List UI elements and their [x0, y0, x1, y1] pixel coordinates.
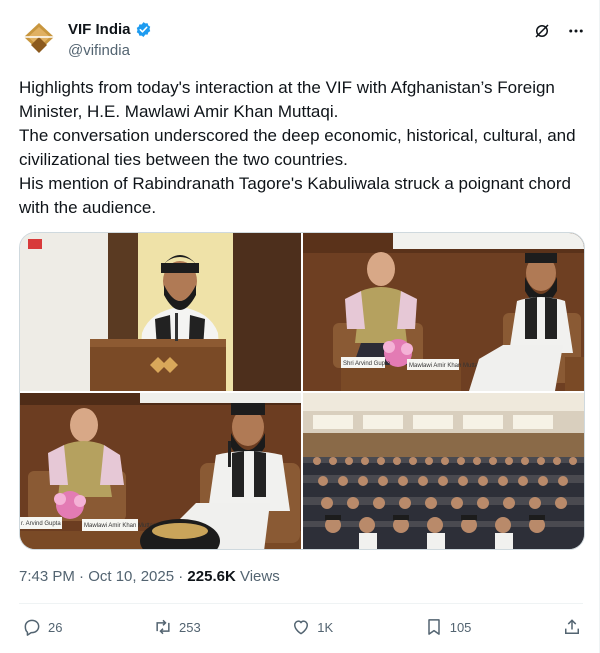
vif-logo-icon[interactable]	[19, 19, 59, 59]
divider	[19, 603, 583, 604]
photo-seated-closeup[interactable]: r. Arvind Gupta Mawlawi Amir Khan Muttaq…	[20, 393, 301, 549]
heart-icon	[291, 617, 311, 637]
reply-icon	[22, 617, 42, 637]
tweet-line-3: His mention of Rabindranath Tagore's Kab…	[19, 174, 571, 217]
photo3-label-right: Mawlawi Amir Khan Muttaqi	[84, 523, 158, 529]
photo-speaker-podium[interactable]	[20, 233, 301, 391]
like-count: 1K	[317, 619, 334, 635]
share-button[interactable]	[562, 617, 582, 637]
photo3-label-left: r. Arvind Gupta	[21, 521, 61, 527]
photo2-label-left: Shri Arvind Gupta	[343, 361, 391, 367]
share-icon	[562, 617, 582, 637]
bookmark-count: 105	[449, 619, 472, 635]
repost-button[interactable]: 253	[153, 617, 201, 637]
bookmark-button[interactable]: 105	[424, 617, 472, 637]
photo-seated-conversation[interactable]: Shri Arvind Gupta Mawlawi Amir Khan Mutt…	[303, 233, 584, 391]
grok-icon[interactable]	[533, 22, 551, 40]
views-count: 225.6K	[187, 568, 236, 585]
views-label: Views	[235, 568, 280, 585]
media-grid: Shri Arvind Gupta Mawlawi Amir Khan Mutt…	[19, 232, 585, 550]
tweet-meta: 7:43 PM · Oct 10, 2025 · 225.6K Views	[19, 568, 280, 585]
timestamp[interactable]: 7:43 PM · Oct 10, 2025 ·	[19, 568, 187, 585]
bookmark-icon	[424, 617, 444, 637]
tweet-line-1: Highlights from today's interaction at t…	[19, 78, 555, 121]
repost-count: 253	[179, 619, 201, 635]
more-options-icon[interactable]	[567, 22, 585, 40]
author-name[interactable]: VIF India	[68, 21, 131, 38]
verified-badge-icon	[135, 21, 152, 38]
action-bar: 26 253 1K 105	[22, 617, 582, 637]
tweet-line-2: The conversation underscored the deep ec…	[19, 126, 576, 169]
reply-count: 26	[48, 619, 63, 635]
reply-button[interactable]: 26	[22, 617, 62, 637]
tweet-card: VIF India @vifindia Highlights from toda…	[0, 0, 600, 653]
photo2-label-right: Mawlawi Amir Khan Muttaqi	[409, 363, 483, 369]
like-button[interactable]: 1K	[291, 617, 333, 637]
top-actions	[533, 22, 585, 40]
author-handle[interactable]: @vifindia	[68, 42, 130, 59]
repost-icon	[153, 617, 173, 637]
photo-audience[interactable]	[303, 393, 584, 549]
author-row: VIF India	[68, 21, 152, 38]
tweet-text: Highlights from today's interaction at t…	[19, 76, 584, 220]
